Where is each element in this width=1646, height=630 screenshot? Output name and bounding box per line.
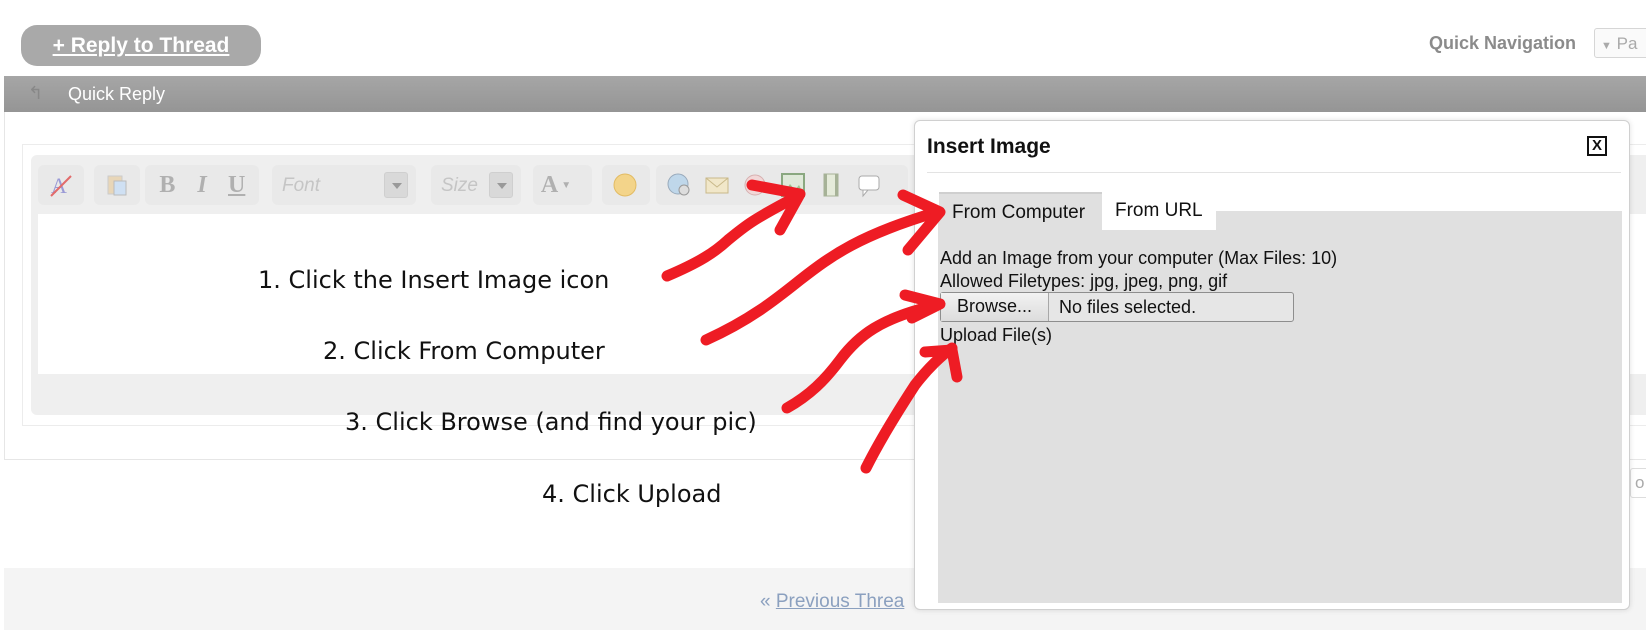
toolbar-group-paste: [94, 165, 140, 205]
side-button[interactable]: o: [1630, 468, 1646, 498]
close-button[interactable]: X: [1587, 136, 1607, 156]
insert-video-icon[interactable]: [816, 170, 846, 200]
previous-thread-prefix: «: [760, 591, 776, 612]
size-placeholder: Size: [441, 175, 478, 196]
max-files-text: Add an Image from your computer (Max Fil…: [940, 248, 1338, 268]
tab-from-url[interactable]: From URL: [1102, 192, 1216, 230]
tab-from-computer[interactable]: From Computer: [939, 192, 1102, 230]
insert-image-icon[interactable]: [778, 170, 808, 200]
chevron-down-icon: ▼: [561, 179, 572, 191]
text-color-label: A: [540, 171, 559, 198]
bold-button[interactable]: B: [153, 170, 182, 200]
remove-format-icon[interactable]: A: [46, 170, 76, 200]
instruction-step-1: 1. Click the Insert Image icon: [258, 266, 610, 294]
quick-navigation-label: Quick Navigation: [1429, 33, 1577, 53]
previous-thread-nav: « Previous Threa: [760, 591, 904, 613]
font-select[interactable]: Font: [272, 165, 416, 205]
reply-to-thread-button[interactable]: + Reply to Thread: [21, 25, 261, 66]
insert-email-icon[interactable]: [702, 170, 732, 200]
reply-arrow-icon: ↰: [28, 83, 44, 103]
insert-link-icon[interactable]: [664, 170, 694, 200]
quick-navigation-select[interactable]: ▼ Pa: [1594, 28, 1646, 58]
quick-navigation-value: Pa: [1616, 34, 1638, 53]
chevron-down-icon: ▼: [1601, 40, 1612, 52]
toolbar-group-smilies: [602, 165, 650, 205]
paste-icon[interactable]: [102, 170, 132, 200]
dialog-title: Insert Image: [927, 135, 1051, 158]
underline-button[interactable]: U: [222, 170, 251, 200]
previous-thread-link[interactable]: Previous Threa: [776, 591, 905, 612]
instruction-step-3: 3. Click Browse (and find your pic): [345, 408, 757, 436]
allowed-filetypes-text: Allowed Filetypes: jpg, jpeg, png, gif: [940, 271, 1228, 291]
instruction-step-2: 2. Click From Computer: [323, 337, 605, 365]
file-status-text: No files selected.: [1059, 297, 1197, 317]
upload-files-button[interactable]: Upload File(s): [940, 325, 1052, 346]
chevron-down-icon: [489, 172, 513, 198]
text-color-button[interactable]: A ▼: [541, 170, 571, 200]
italic-button[interactable]: I: [188, 170, 217, 200]
toolbar-group-insert: [656, 165, 908, 205]
quick-reply-header: ↰ Quick Reply: [4, 76, 1646, 112]
toolbar-group-color: A ▼: [533, 165, 592, 205]
quick-reply-title: Quick Reply: [68, 84, 166, 104]
tab-panel: [938, 211, 1622, 603]
instruction-step-4: 4. Click Upload: [542, 480, 722, 508]
toolbar-group-format: A: [38, 165, 84, 205]
smiley-icon[interactable]: [610, 170, 640, 200]
reply-to-thread-label: + Reply to Thread: [52, 33, 230, 57]
font-placeholder: Font: [282, 175, 321, 196]
chevron-down-icon: [384, 172, 408, 198]
unlink-icon[interactable]: [740, 170, 770, 200]
browse-button[interactable]: Browse...: [941, 293, 1049, 321]
size-select[interactable]: Size: [431, 165, 521, 205]
dialog-divider: [927, 172, 1621, 173]
quote-icon[interactable]: [854, 170, 884, 200]
toolbar-group-style: B I U: [145, 165, 259, 205]
